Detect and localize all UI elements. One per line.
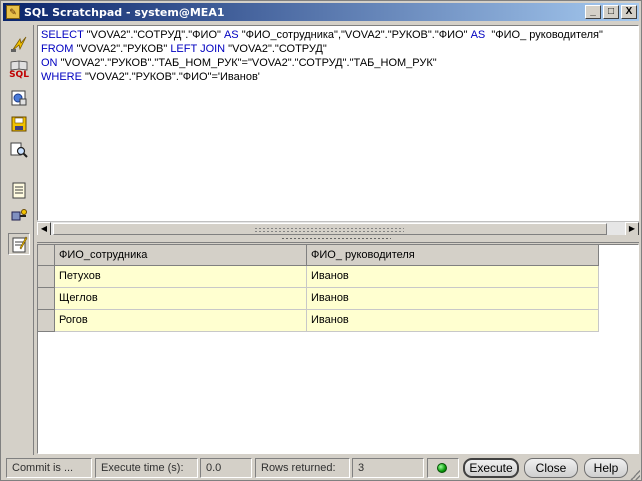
minimize-button[interactable]: _ [585, 5, 601, 19]
splitter-grip [281, 237, 391, 240]
sql-line-2: FROM "VOVA2"."РУКОВ" LEFT JOIN "VOVA2"."… [41, 42, 635, 56]
grid-header: ФИО_сотрудника ФИО_ руководителя [38, 245, 599, 266]
row-header[interactable] [38, 288, 55, 310]
save-icon[interactable] [8, 113, 30, 135]
scroll-left-button[interactable]: ◀ [37, 222, 51, 236]
grid-corner [38, 245, 55, 266]
sql-label: SQL [9, 70, 29, 80]
status-bar: Commit is ... Execute time (s): 0.0 Rows… [4, 456, 640, 480]
app-icon: ✎ [6, 5, 20, 19]
sql-token: "VOVA2"."СОТРУД" [225, 43, 327, 55]
sql-token: "VOVA2"."РУКОВ"."ФИО"='Иванов' [81, 71, 260, 83]
connection-indicator [427, 458, 459, 478]
exec-time-value: 0.0 [200, 458, 252, 478]
scroll-right-button[interactable]: ▶ [625, 222, 639, 236]
commit-status: Commit is ... [6, 458, 92, 478]
table-cell[interactable]: Петухов [55, 266, 307, 288]
table-cell[interactable]: Иванов [307, 266, 599, 288]
table-cell[interactable]: Щеглов [55, 288, 307, 310]
connection-led-icon [437, 463, 447, 473]
pane-splitter[interactable] [37, 235, 639, 243]
column-header[interactable]: ФИО_сотрудника [55, 245, 307, 266]
results-notepad-icon[interactable] [8, 233, 30, 255]
sql-scratchpad-window: ✎ SQL Scratchpad - system@MEA1 _ □ X SQL [0, 0, 642, 481]
rows-returned-value: 3 [352, 458, 424, 478]
window-title: SQL Scratchpad - system@MEA1 [24, 5, 225, 19]
execute-button[interactable]: Execute [463, 458, 519, 478]
connect-icon[interactable] [8, 205, 30, 227]
explain-plan-icon[interactable] [8, 87, 30, 109]
sql-token: ON [41, 57, 58, 69]
history-list-icon[interactable] [8, 179, 30, 201]
row-header[interactable] [38, 266, 55, 288]
table-row[interactable]: Петухов Иванов [38, 266, 599, 288]
sql-token: AS [470, 29, 486, 41]
resize-grip[interactable] [630, 470, 640, 480]
close-button[interactable]: Close [524, 458, 578, 478]
sql-token: AS [223, 29, 239, 41]
scroll-thumb[interactable] [53, 223, 607, 235]
sql-token: "ФИО_сотрудника","VOVA2"."РУКОВ"."ФИО" [238, 29, 471, 41]
sql-editor[interactable]: SELECT "VOVA2"."СОТРУД"."ФИО" AS "ФИО_со… [37, 25, 639, 221]
sql-token: "VOVA2"."РУКОВ"."ТАБ_НОМ_РУК"="VOVA2"."С… [57, 57, 437, 69]
sql-token: "VOVA2"."СОТРУД"."ФИО" [83, 29, 224, 41]
execute-lightning-icon[interactable] [8, 33, 30, 55]
rows-returned-label: Rows returned: [255, 458, 350, 478]
table-cell[interactable]: Иванов [307, 310, 599, 332]
column-header[interactable]: ФИО_ руководителя [307, 245, 599, 266]
sql-line-4: WHERE "VOVA2"."РУКОВ"."ФИО"='Иванов' [41, 70, 635, 84]
sql-token: WHERE [41, 71, 82, 83]
title-bar: ✎ SQL Scratchpad - system@MEA1 _ □ X [3, 3, 639, 21]
left-toolbar: SQL [4, 25, 34, 455]
table-cell[interactable]: Иванов [307, 288, 599, 310]
row-header[interactable] [38, 310, 55, 332]
sql-token: LEFT JOIN [170, 43, 226, 55]
sql-token: FROM [41, 43, 74, 55]
window-controls: _ □ X [585, 5, 637, 19]
editor-horizontal-scrollbar[interactable]: ◀ ▶ [37, 221, 639, 236]
table-row[interactable]: Щеглов Иванов [38, 288, 599, 310]
sql-token: "VOVA2"."РУКОВ" [73, 43, 171, 55]
sql-line-3: ON "VOVA2"."РУКОВ"."ТАБ_НОМ_РУК"="VOVA2"… [41, 56, 635, 70]
maximize-button[interactable]: □ [603, 5, 619, 19]
results-grid: ФИО_сотрудника ФИО_ руководителя Петухов… [37, 244, 639, 454]
find-icon[interactable] [8, 139, 30, 161]
table-row[interactable]: Рогов Иванов [38, 310, 599, 332]
exec-time-label: Execute time (s): [95, 458, 198, 478]
sql-book-icon[interactable]: SQL [8, 57, 30, 83]
sql-token: SELECT [41, 29, 84, 41]
table-cell[interactable]: Рогов [55, 310, 307, 332]
sql-token: "ФИО_ руководителя" [485, 29, 603, 41]
help-button[interactable]: Help [584, 458, 628, 478]
sql-line-1: SELECT "VOVA2"."СОТРУД"."ФИО" AS "ФИО_со… [41, 28, 635, 42]
scroll-grip [254, 227, 404, 232]
close-window-button[interactable]: X [621, 5, 637, 19]
